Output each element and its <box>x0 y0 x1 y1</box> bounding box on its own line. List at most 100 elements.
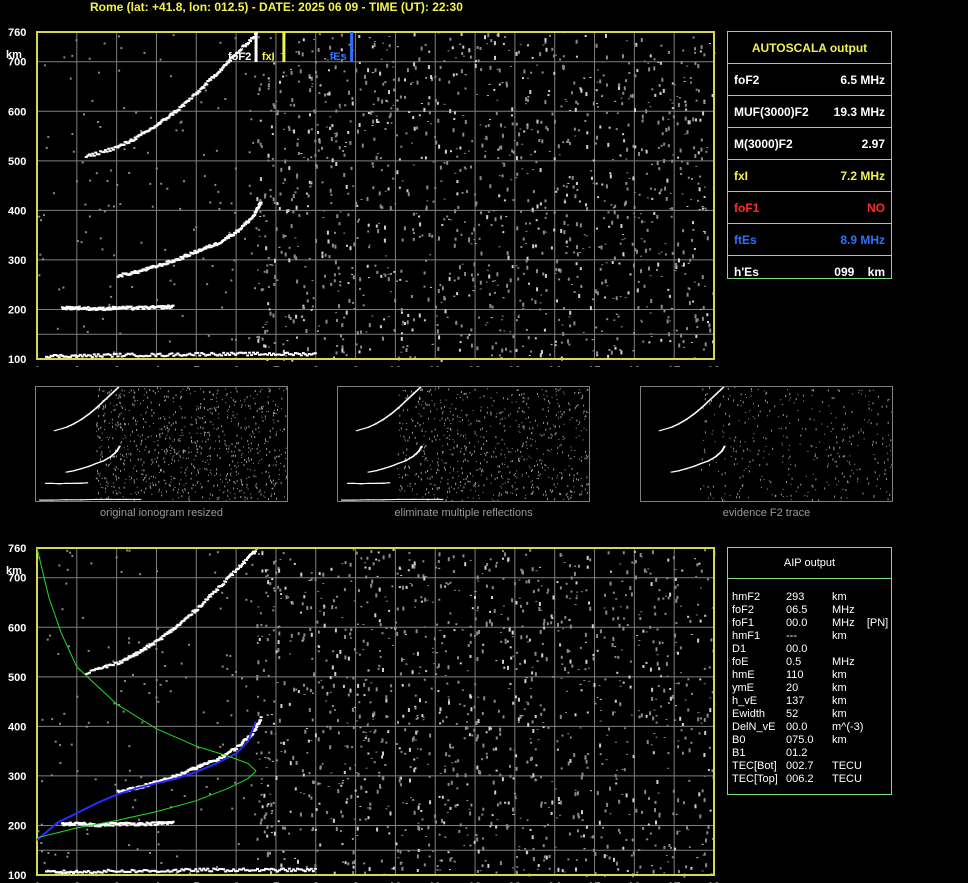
thumbnail-noise <box>856 469 858 471</box>
noise-pixel <box>202 153 205 156</box>
noise-pixel <box>418 57 421 62</box>
noise-pixel <box>705 150 708 153</box>
thumbnail-noise <box>879 475 880 477</box>
thumbnail-noise <box>431 460 433 462</box>
noise-pixel <box>119 332 122 335</box>
noise-pixel <box>303 157 306 159</box>
thumbnail-noise <box>811 408 813 410</box>
noise-pixel <box>692 228 695 231</box>
noise-pixel <box>658 253 661 255</box>
noise-pixel <box>677 156 680 159</box>
noise-pixel <box>42 214 45 217</box>
thumbnail-noise <box>735 436 737 439</box>
noise-pixel <box>634 108 636 113</box>
noise-pixel <box>553 228 556 232</box>
noise-pixel <box>269 189 272 192</box>
noise-pixel <box>584 35 587 37</box>
thumbnail-noise <box>158 491 160 493</box>
noise-pixel <box>551 47 554 51</box>
noise-pixel <box>566 193 568 197</box>
noise-pixel <box>502 297 505 299</box>
thumbnail-noise <box>872 402 874 405</box>
trace-point <box>209 78 213 81</box>
thumbnail-noise <box>230 468 232 470</box>
thumbnail-noise <box>765 437 767 440</box>
thumbnail-noise <box>486 478 488 480</box>
noise-pixel <box>675 329 678 332</box>
thumbnail-noise <box>807 450 809 452</box>
autoscala-param-value: 19.3 MHz <box>822 95 891 128</box>
noise-pixel <box>658 192 661 195</box>
thumbnail-noise <box>133 481 135 484</box>
trace-point <box>259 201 263 204</box>
noise-pixel <box>359 88 362 91</box>
thumbnail-noise <box>805 428 807 431</box>
noise-pixel <box>578 200 581 203</box>
thumbnail-noise <box>149 389 151 391</box>
noise-pixel <box>646 197 649 199</box>
x-tick-label: 6 <box>233 364 240 367</box>
noise-pixel <box>677 242 680 247</box>
thumbnail-noise <box>555 388 557 390</box>
thumbnail-noise <box>251 435 253 438</box>
thumbnail-noise <box>421 388 423 391</box>
thumbnail-noise <box>703 439 705 441</box>
thumbnail-noise <box>526 402 528 405</box>
thumbnail-noise <box>128 453 130 455</box>
thumbnail-noise <box>461 391 462 393</box>
thumbnail-noise <box>116 403 118 406</box>
noise-pixel <box>310 76 313 81</box>
noise-pixel <box>396 134 398 137</box>
trace-point <box>136 308 140 310</box>
thumbnail-noise <box>865 395 866 397</box>
noise-pixel <box>352 301 355 304</box>
thumbnail-noise <box>400 490 402 492</box>
noise-pixel <box>344 146 347 147</box>
noise-pixel <box>666 178 669 183</box>
noise-pixel <box>645 149 648 151</box>
trace-point <box>228 354 232 356</box>
thumbnail-noise <box>768 480 770 482</box>
thumbnail-noise <box>410 419 412 420</box>
noise-pixel <box>635 45 638 47</box>
autoscala-param-name: MUF(3000)F2 <box>728 95 823 128</box>
autoscala-title: AUTOSCALA output <box>751 40 868 55</box>
thumbnail-noise <box>186 389 188 391</box>
x-tick-label: 5 <box>193 364 200 367</box>
thumbnail-noise <box>702 388 704 391</box>
thumbnail-noise <box>462 399 464 401</box>
thumbnail-noise <box>266 454 268 457</box>
thumbnail-noise <box>110 402 112 404</box>
noise-pixel <box>272 103 275 107</box>
thumbnail-noise <box>870 422 872 425</box>
noise-pixel <box>378 191 381 196</box>
thumbnail-noise <box>105 463 107 466</box>
noise-pixel <box>217 107 220 110</box>
thumbnail-noise <box>210 421 212 423</box>
noise-pixel <box>261 337 264 341</box>
thumbnail-noise <box>464 459 466 461</box>
noise-pixel <box>625 200 627 205</box>
noise-pixel <box>479 176 482 181</box>
thumbnail-noise <box>278 474 280 476</box>
thumbnail-noise <box>730 446 732 448</box>
noise-pixel <box>496 68 499 70</box>
noise-pixel <box>662 116 665 121</box>
thumbnail-noise <box>183 484 185 486</box>
thumbnail-trace <box>388 482 391 484</box>
noise-pixel <box>308 258 311 260</box>
noise-pixel <box>545 231 547 233</box>
thumbnail-noise <box>822 401 824 404</box>
thumbnail-noise <box>558 404 560 407</box>
noise-pixel <box>317 330 319 333</box>
thumbnail-noise <box>99 475 101 477</box>
noise-pixel <box>669 99 672 101</box>
noise-pixel <box>517 316 520 318</box>
noise-pixel <box>484 150 487 152</box>
thumbnail-noise <box>483 395 485 398</box>
thumbnail-noise <box>446 427 448 429</box>
noise-pixel <box>331 158 334 163</box>
noise-pixel <box>470 343 473 348</box>
thumbnail-noise <box>712 485 714 488</box>
noise-pixel <box>388 36 391 37</box>
